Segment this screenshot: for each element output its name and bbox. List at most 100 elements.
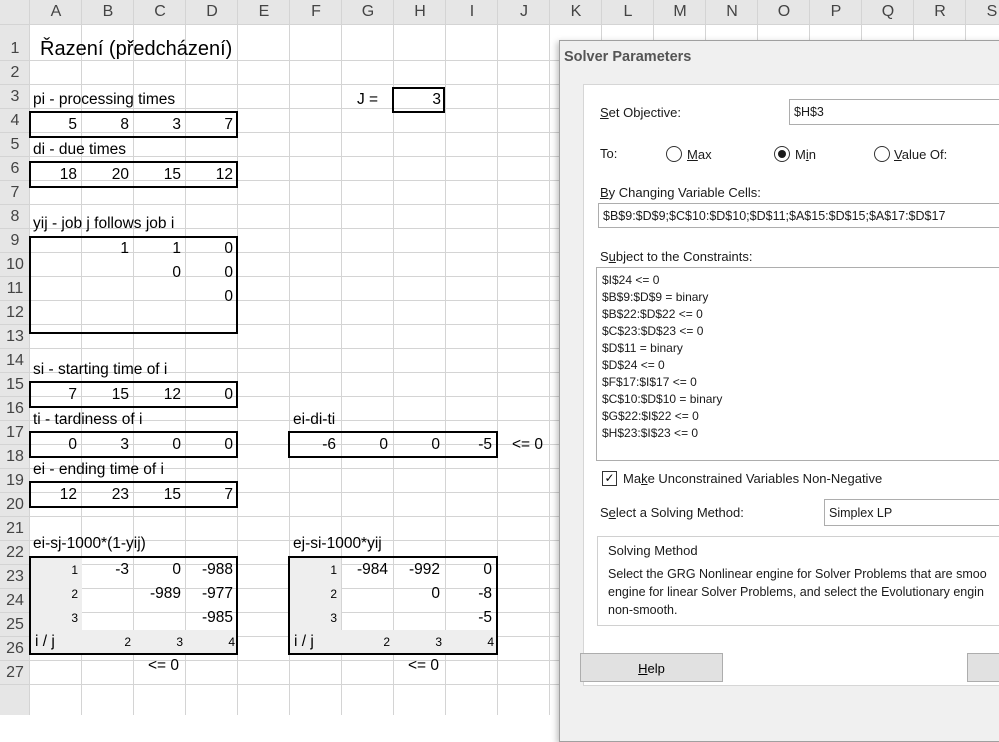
t-cell-a17[interactable]: 0 <box>30 433 77 457</box>
nonneg-checkbox[interactable]: ✓ <box>602 471 617 486</box>
p-cell-b4[interactable]: 8 <box>82 113 129 137</box>
dialog-title[interactable]: Solver Parameters <box>560 41 999 74</box>
edt-cell-i17[interactable]: -5 <box>445 433 492 457</box>
constraint-item[interactable]: $H$23:$I$23 <= 0 <box>597 425 999 442</box>
y-cell-d11[interactable]: 0 <box>186 285 233 309</box>
y-cell-d10[interactable]: 0 <box>186 261 233 285</box>
column-header-i[interactable]: I <box>446 0 498 24</box>
method-select[interactable]: Simplex LP <box>824 499 999 526</box>
right-cell-i23[interactable]: -8 <box>445 582 492 606</box>
column-header-l[interactable]: L <box>602 0 654 24</box>
p-cell-d4[interactable]: 7 <box>186 113 233 137</box>
right-cell-g22[interactable]: -984 <box>341 558 388 582</box>
column-header-c[interactable]: C <box>134 0 186 24</box>
column-header-j[interactable]: J <box>498 0 550 24</box>
column-header-n[interactable]: N <box>706 0 758 24</box>
column-header-q[interactable]: Q <box>862 0 914 24</box>
left-cell-d22[interactable]: -988 <box>186 558 233 582</box>
constraint-item[interactable]: $G$22:$I$22 <= 0 <box>597 408 999 425</box>
min-radio[interactable] <box>774 146 790 162</box>
column-header-h[interactable]: H <box>394 0 446 24</box>
column-header-f[interactable]: F <box>290 0 342 24</box>
solve-button[interactable] <box>967 653 999 682</box>
left-cell-c23[interactable]: -989 <box>134 582 181 606</box>
column-header-s[interactable]: S <box>966 0 999 24</box>
y-cell-d9[interactable]: 0 <box>186 237 233 261</box>
t-cell-c17[interactable]: 0 <box>134 433 181 457</box>
row-header-27[interactable]: 27 <box>0 661 30 685</box>
column-header-d[interactable]: D <box>186 0 238 24</box>
left-cell-c22[interactable]: 0 <box>134 558 181 582</box>
right-cell-i24[interactable]: -5 <box>445 606 492 630</box>
edt-cell-f17[interactable]: -6 <box>289 433 336 457</box>
row-header-26[interactable]: 26 <box>0 637 30 661</box>
d-cell-b6[interactable]: 20 <box>82 163 129 187</box>
constraint-item[interactable]: $D$24 <= 0 <box>597 357 999 374</box>
row-header-4[interactable]: 4 <box>0 109 30 133</box>
constraint-item[interactable]: $B$9:$D$9 = binary <box>597 289 999 306</box>
row-header-25[interactable]: 25 <box>0 613 30 637</box>
row-header-11[interactable]: 11 <box>0 277 30 301</box>
column-header-e[interactable]: E <box>238 0 290 24</box>
t-cell-d17[interactable]: 0 <box>186 433 233 457</box>
d-cell-a6[interactable]: 18 <box>30 163 77 187</box>
e-cell-c19[interactable]: 15 <box>134 483 181 507</box>
row-header-24[interactable]: 24 <box>0 589 30 613</box>
column-header-a[interactable]: A <box>30 0 82 24</box>
s-cell-c15[interactable]: 12 <box>134 383 181 407</box>
column-header-m[interactable]: M <box>654 0 706 24</box>
column-header-k[interactable]: K <box>550 0 602 24</box>
s-cell-a15[interactable]: 7 <box>30 383 77 407</box>
d-cell-d6[interactable]: 12 <box>186 163 233 187</box>
row-header-23[interactable]: 23 <box>0 565 30 589</box>
left-cell-b22[interactable]: -3 <box>82 558 129 582</box>
value-of-radio[interactable] <box>874 146 890 162</box>
right-cell-i22[interactable]: 0 <box>445 558 492 582</box>
e-cell-b19[interactable]: 23 <box>82 483 129 507</box>
row-header-3[interactable]: 3 <box>0 85 30 109</box>
row-header-12[interactable]: 12 <box>0 301 30 325</box>
constraints-list[interactable]: $I$24 <= 0 $B$9:$D$9 = binary $B$22:$D$2… <box>596 267 999 461</box>
e-cell-a19[interactable]: 12 <box>30 483 77 507</box>
constraint-item[interactable]: $B$22:$D$22 <= 0 <box>597 306 999 323</box>
constraint-item[interactable]: $I$24 <= 0 <box>597 272 999 289</box>
row-header-15[interactable]: 15 <box>0 373 30 397</box>
row-header-8[interactable]: 8 <box>0 205 30 229</box>
left-cell-d23[interactable]: -977 <box>186 582 233 606</box>
column-header-g[interactable]: G <box>342 0 394 24</box>
column-header-r[interactable]: R <box>914 0 966 24</box>
edt-cell-g17[interactable]: 0 <box>341 433 388 457</box>
row-header-20[interactable]: 20 <box>0 493 30 517</box>
row-header-2[interactable]: 2 <box>0 61 30 85</box>
y-cell-c10[interactable]: 0 <box>134 261 181 285</box>
max-radio[interactable] <box>666 146 682 162</box>
right-cell-h23[interactable]: 0 <box>393 582 440 606</box>
right-cell-h22[interactable]: -992 <box>393 558 440 582</box>
row-header-22[interactable]: 22 <box>0 541 30 565</box>
p-cell-c4[interactable]: 3 <box>134 113 181 137</box>
j-value-cell[interactable]: 3 <box>393 88 441 112</box>
t-cell-b17[interactable]: 3 <box>82 433 129 457</box>
objective-input[interactable]: $H$3 <box>789 99 999 125</box>
row-header-21[interactable]: 21 <box>0 517 30 541</box>
row-header-9[interactable]: 9 <box>0 229 30 253</box>
row-header-14[interactable]: 14 <box>0 349 30 373</box>
row-header-19[interactable]: 19 <box>0 469 30 493</box>
row-header-10[interactable]: 10 <box>0 253 30 277</box>
row-header-1[interactable]: 1 <box>0 37 30 61</box>
column-header-b[interactable]: B <box>82 0 134 24</box>
d-cell-c6[interactable]: 15 <box>134 163 181 187</box>
changing-cells-input[interactable]: $B$9:$D$9;$C$10:$D$10;$D$11;$A$15:$D$15;… <box>598 203 999 228</box>
column-header-o[interactable]: O <box>758 0 810 24</box>
constraint-item[interactable]: $C$10:$D$10 = binary <box>597 391 999 408</box>
y-cell-c9[interactable]: 1 <box>134 237 181 261</box>
s-cell-d15[interactable]: 0 <box>186 383 233 407</box>
constraint-item[interactable]: $C$23:$D$23 <= 0 <box>597 323 999 340</box>
help-button[interactable]: Help <box>580 653 723 682</box>
constraint-item[interactable]: $F$17:$I$17 <= 0 <box>597 374 999 391</box>
edt-cell-h17[interactable]: 0 <box>393 433 440 457</box>
constraint-item[interactable]: $D$11 = binary <box>597 340 999 357</box>
row-header-17[interactable]: 17 <box>0 421 30 445</box>
row-header-18[interactable]: 18 <box>0 445 30 469</box>
row-header-7[interactable]: 7 <box>0 181 30 205</box>
